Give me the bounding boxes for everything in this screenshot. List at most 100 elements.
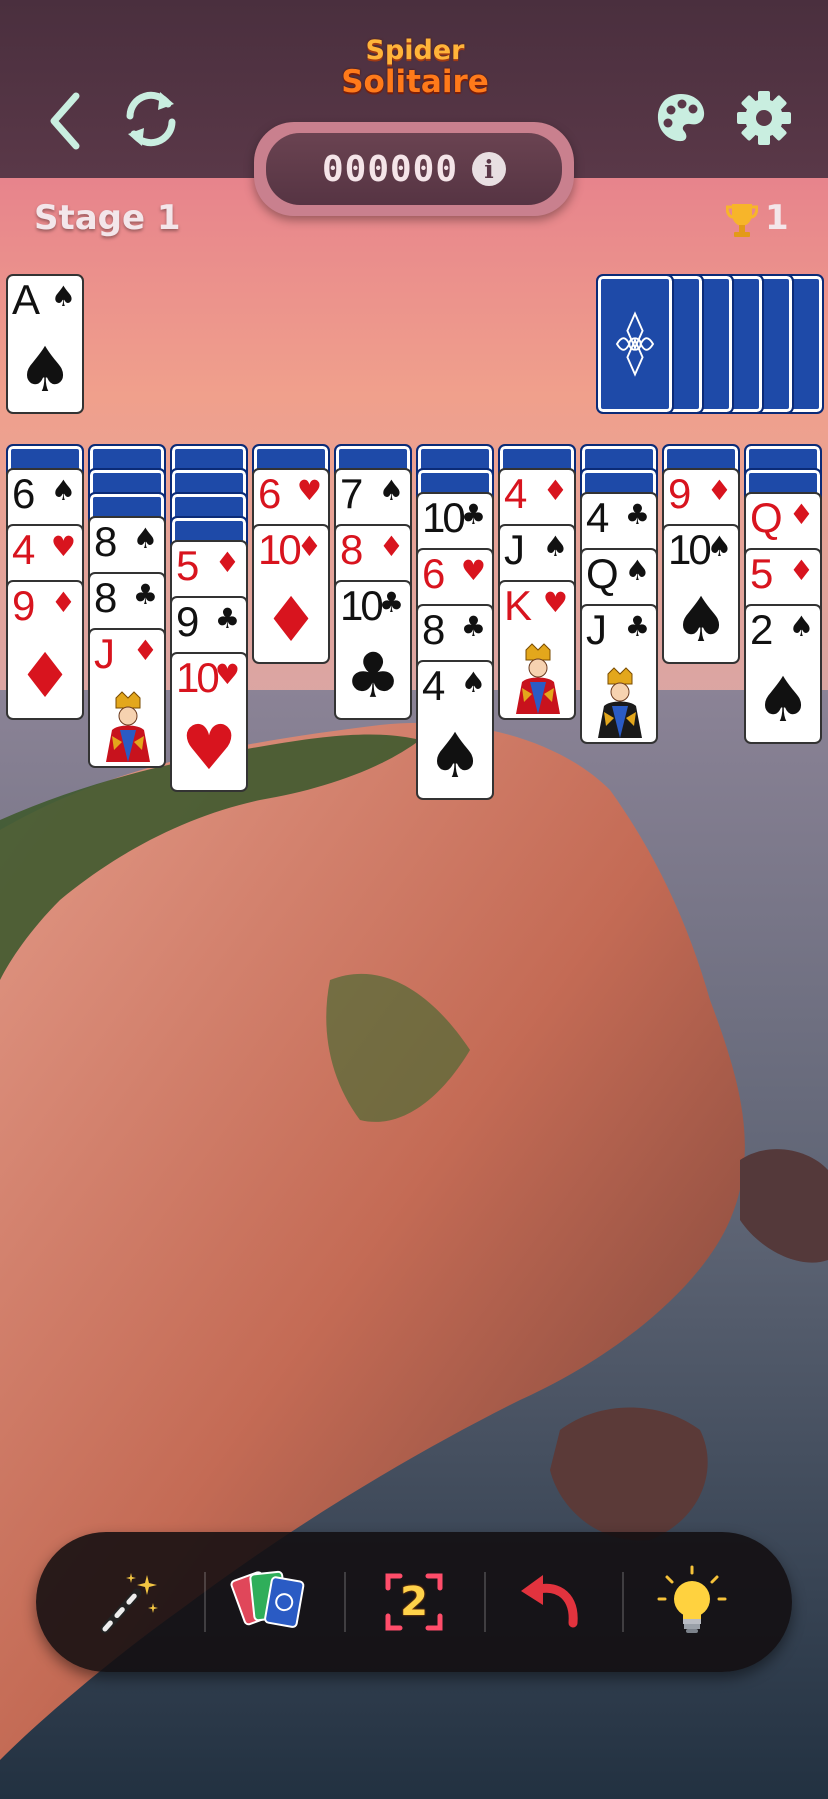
card-suit: ♣ — [378, 586, 404, 619]
playing-card[interactable]: 10 ♥ ♥ — [170, 652, 248, 792]
card-center-suit: ♦ — [263, 583, 319, 656]
refresh-icon[interactable] — [120, 86, 182, 152]
playing-card[interactable]: K ♥ — [498, 580, 576, 720]
magic-wand-button[interactable] — [78, 1554, 174, 1650]
playing-card[interactable]: J ♣ — [580, 604, 658, 744]
app-logo: Spider Solitaire — [340, 36, 490, 108]
card-suit: ♦ — [296, 530, 322, 563]
card-suit: ♣ — [624, 498, 650, 531]
card-center-suit: ♠ — [427, 719, 483, 792]
card-rank: J — [94, 630, 115, 677]
card-suit: ♠ — [460, 666, 486, 699]
card-suit: ♦ — [50, 586, 76, 619]
card-suit: ♥ — [296, 474, 322, 507]
card-center-suit: ♠ — [755, 663, 811, 736]
score-panel: 000000 i — [266, 133, 562, 205]
background-scene — [0, 0, 828, 1799]
card-rank: J — [504, 526, 525, 573]
card-rank: 2 — [750, 606, 773, 653]
playing-card-foundation[interactable]: A ♠ ♠ — [6, 274, 84, 414]
card-center-suit: ♠ — [673, 583, 729, 656]
card-rank: 4 — [586, 494, 609, 541]
toolbar-divider — [204, 1572, 206, 1632]
card-rank: 10 — [668, 526, 712, 573]
card-suit: ♥ — [50, 530, 76, 563]
card-rank: 4 — [504, 470, 527, 517]
card-rank: 6 — [258, 470, 281, 517]
playing-card[interactable]: 4 ♠ ♠ — [416, 660, 494, 800]
card-rank: 8 — [422, 606, 445, 653]
playing-card[interactable]: J ♦ — [88, 628, 166, 768]
card-suit: ♠ — [132, 522, 158, 555]
card-rank: 4 — [12, 526, 35, 573]
playing-card[interactable]: 2 ♠ ♠ — [744, 604, 822, 744]
score-value: 000000 — [321, 148, 459, 190]
card-rank: 10 — [258, 526, 302, 573]
playing-card[interactable]: 10 ♠ ♠ — [662, 524, 740, 664]
card-suit: ♦ — [132, 634, 158, 667]
playing-card[interactable]: 10 ♦ ♦ — [252, 524, 330, 664]
card-suit: ♦ — [214, 546, 240, 579]
card-suit: ♥ — [460, 554, 486, 587]
card-center-suit: ♠ — [17, 333, 73, 406]
info-icon[interactable]: i — [472, 152, 507, 186]
card-rank: 6 — [12, 470, 35, 517]
hint-button[interactable] — [644, 1554, 740, 1650]
playing-card[interactable]: 10 ♣ ♣ — [334, 580, 412, 720]
card-suit: ♣ — [132, 578, 158, 611]
stage-label: Stage 1 — [34, 198, 181, 238]
card-rank: Q — [750, 494, 783, 541]
deal-count-button[interactable]: 2 — [366, 1554, 462, 1650]
card-suit: ♠ — [378, 474, 404, 507]
card-rank: 5 — [750, 550, 773, 597]
card-deck-icon — [230, 1570, 305, 1628]
gear-icon[interactable] — [736, 90, 792, 146]
card-center-suit: ♦ — [17, 639, 73, 712]
card-suit: ♥ — [214, 658, 240, 691]
magic-wand-icon — [100, 1573, 158, 1634]
card-suit: ♠ — [788, 610, 814, 643]
card-suit: ♦ — [706, 474, 732, 507]
bottom-toolbar: 2 — [36, 1532, 792, 1672]
stock-card-back[interactable] — [596, 274, 674, 414]
card-rank: 5 — [176, 542, 199, 589]
chevron-left-icon[interactable] — [42, 88, 88, 154]
card-rank: 9 — [668, 470, 691, 517]
card-suit: ♣ — [624, 610, 650, 643]
card-rank: 7 — [340, 470, 363, 517]
toolbar-divider — [484, 1572, 486, 1632]
card-suit: ♥ — [542, 586, 568, 619]
palette-icon[interactable] — [654, 90, 708, 146]
card-rank: J — [586, 606, 607, 653]
card-suit: ♣ — [460, 498, 486, 531]
logo-line-2: Solitaire — [341, 64, 489, 100]
deal-cards-button[interactable] — [220, 1554, 316, 1650]
lightbulb-icon — [657, 1565, 727, 1633]
card-suit: ♠ — [624, 554, 650, 587]
card-suit: ♦ — [542, 474, 568, 507]
card-rank: 8 — [340, 526, 363, 573]
trophy-count: 1 — [765, 198, 789, 238]
logo-line-1: Spider — [365, 35, 465, 66]
card-rank: 6 — [422, 550, 445, 597]
card-suit: ♠ — [50, 474, 76, 507]
card-rank: 10 — [176, 654, 220, 701]
card-rank: 9 — [12, 582, 35, 629]
card-rank: 9 — [176, 598, 199, 645]
playing-card[interactable]: 9 ♦ ♦ — [6, 580, 84, 720]
card-suit: ♦ — [788, 498, 814, 531]
card-suit: ♠ — [50, 280, 76, 313]
card-suit: ♣ — [460, 610, 486, 643]
card-suit: ♣ — [214, 602, 240, 635]
card-rank: 8 — [94, 574, 117, 621]
card-rank: 10 — [422, 494, 466, 541]
undo-arrow-icon — [521, 1575, 578, 1628]
deal-count: 2 — [400, 1579, 428, 1625]
card-suit: ♠ — [706, 530, 732, 563]
trophy-icon — [725, 200, 759, 240]
card-rank: Q — [586, 550, 619, 597]
card-center-suit: ♥ — [181, 711, 237, 784]
toolbar-divider — [344, 1572, 346, 1632]
undo-button[interactable] — [502, 1554, 598, 1650]
toolbar-divider — [622, 1572, 624, 1632]
